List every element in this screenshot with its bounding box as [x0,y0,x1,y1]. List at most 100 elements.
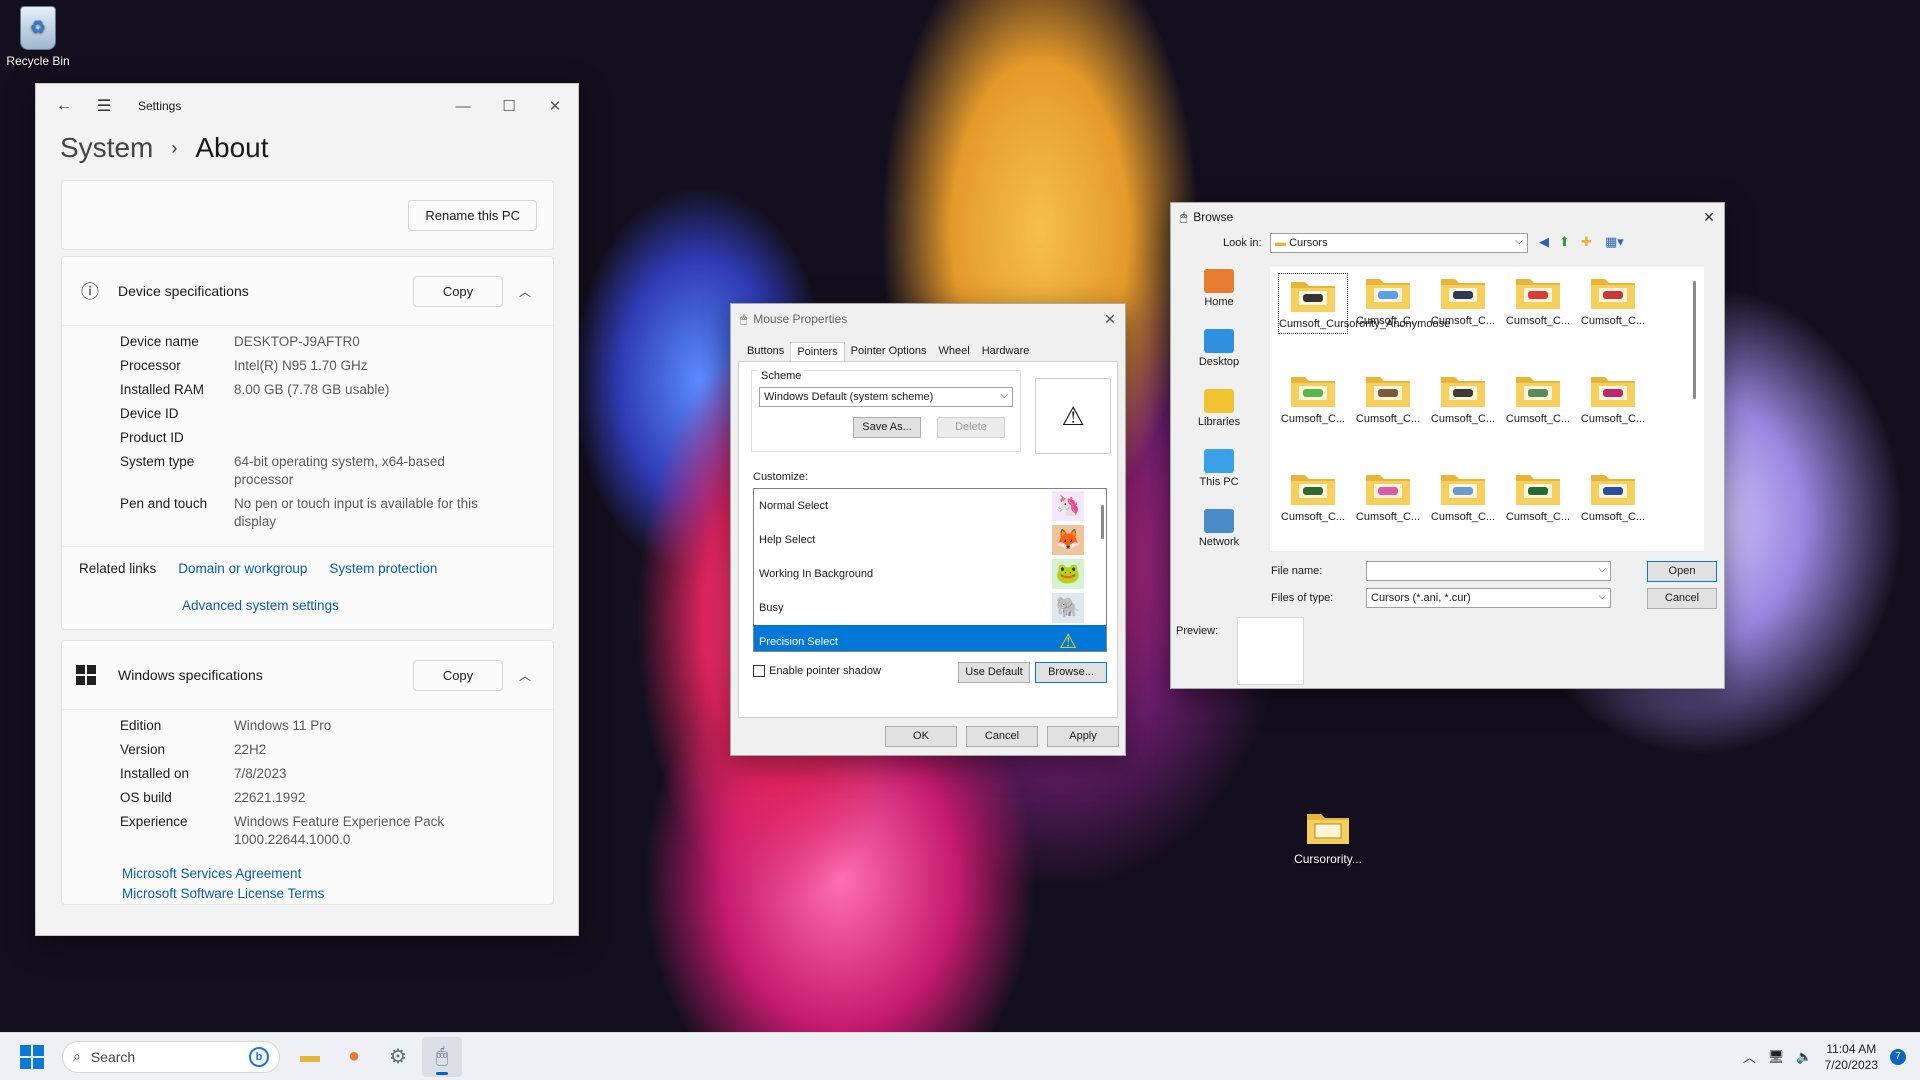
file-item[interactable]: Cumsoft_C... [1353,273,1423,328]
list-item[interactable]: Normal Select 🦄 [754,489,1106,523]
file-item[interactable]: Cumsoft_C... [1578,469,1648,524]
advanced-system-settings-link[interactable]: Advanced system settings [182,598,553,613]
view-menu-icon[interactable]: ▦▾ [1605,234,1624,250]
files-of-type-dropdown[interactable]: Cursors (*.ani, *.cur) ⌵ [1366,588,1611,608]
file-item[interactable]: Cumsoft_C... [1278,371,1348,426]
spec-row: OS build 22621.1992 [120,786,553,810]
back-arrow-icon[interactable]: ← [48,90,80,122]
file-item[interactable]: Cumsoft_C... [1353,371,1423,426]
ok-button[interactable]: OK [885,726,957,747]
chevron-up-icon[interactable]: ︿ [515,283,535,300]
file-item[interactable]: Cumsoft_C... [1503,469,1573,524]
file-grid[interactable]: Cumsoft_Cursorority_Anonymoose Cumsoft_C.… [1270,267,1704,551]
spec-row: Installed on 7/8/2023 [120,762,553,786]
breadcrumb-system[interactable]: System [60,132,153,164]
place-network[interactable]: Network [1179,503,1259,563]
license-terms-link[interactable]: Microsoft Software License Terms [122,884,553,904]
file-item[interactable]: Cumsoft_C... [1503,273,1573,328]
elephant-cursor-icon: 🐘 [1052,593,1084,623]
device-specs-header[interactable]: ⓘ Device specifications Copy ︿ [62,257,553,325]
file-label: Cumsoft_C... [1580,511,1646,523]
minimize-button[interactable]: — [440,90,486,122]
file-item[interactable]: Cumsoft_Cursorority_Anonymoose [1278,273,1451,334]
cursor-folder-icon [1589,371,1637,409]
file-name-input[interactable]: ⌵ [1366,561,1611,581]
rename-pc-button[interactable]: Rename this PC [408,199,537,231]
list-item[interactable]: Help Select 🦊 [754,523,1106,557]
taskbar-search[interactable]: ⌕ Search b [62,1040,280,1073]
scrollbar-thumb[interactable] [1693,281,1696,399]
close-button[interactable]: ✕ [532,90,578,122]
spec-key: Pen and touch [120,496,208,511]
cursority-folder-icon[interactable]: Cursorority... [1288,808,1368,866]
recycle-bin-icon[interactable]: Recycle Bin [0,6,78,68]
close-icon[interactable]: ✕ [1095,311,1125,328]
windows-specs-list: Edition Windows 11 Pro Version 22H2 Instal… [62,709,553,864]
file-explorer-icon[interactable]: ▬ [290,1037,330,1077]
system-protection-link[interactable]: System protection [329,561,437,576]
notification-badge[interactable]: 7 [1890,1048,1906,1065]
cancel-button[interactable]: Cancel [966,726,1038,747]
file-label: Cumsoft_Cursorority_Anonymoose [1279,318,1451,330]
up-folder-icon[interactable]: ⬆ [1559,234,1570,250]
place-libraries[interactable]: Libraries [1179,383,1259,443]
browse-cancel-button[interactable]: Cancel [1647,588,1717,609]
use-default-button[interactable]: Use Default [958,662,1030,683]
delete-button[interactable]: Delete [937,417,1005,438]
cursor-app-icon[interactable]: ● [334,1037,374,1077]
volume-icon[interactable]: 🔈 [1796,1049,1812,1065]
place-label: Desktop [1198,356,1240,368]
save-as-button[interactable]: Save As... [853,417,921,438]
pointer-shadow-checkbox[interactable]: Enable pointer shadow [753,665,881,677]
device-specs-copy-button[interactable]: Copy [413,275,503,307]
look-in-dropdown[interactable]: ▬ Cursors ⌵ [1270,233,1528,253]
open-button[interactable]: Open [1647,561,1717,582]
file-item[interactable]: Cumsoft_C... [1503,371,1573,426]
place-home[interactable]: Home [1179,263,1259,323]
browse-button[interactable]: Browse... [1035,662,1107,683]
file-item[interactable]: Cumsoft_C... [1353,469,1423,524]
place-this-pc[interactable]: This PC [1179,443,1259,503]
windows-specs-header[interactable]: Windows specifications Copy ︿ [62,641,553,709]
clock[interactable]: 11:04 AM 7/20/2023 [1825,1041,1878,1073]
chevron-up-icon[interactable]: ︿ [515,667,535,684]
new-folder-icon[interactable]: ✚ [1581,234,1592,250]
cursor-list[interactable]: Normal Select 🦄 Help Select 🦊 Working In… [753,488,1107,652]
apply-button[interactable]: Apply [1047,726,1119,747]
maximize-button[interactable]: ☐ [486,90,532,122]
services-agreement-link[interactable]: Microsoft Services Agreement [122,864,553,884]
spec-key: Version [120,742,166,757]
file-item[interactable]: Cumsoft_C... [1428,469,1498,524]
list-item[interactable]: Working In Background 🐸 [754,557,1106,591]
scrollbar-thumb[interactable] [1101,505,1104,539]
place-desktop[interactable]: Desktop [1179,323,1259,383]
list-item[interactable]: Busy 🐘 [754,591,1106,625]
cursor-folder-icon [1439,371,1487,409]
windows-specs-copy-button[interactable]: Copy [413,659,503,691]
checkbox-box[interactable] [753,665,765,677]
domain-workgroup-link[interactable]: Domain or workgroup [178,561,307,576]
scheme-dropdown[interactable]: Windows Default (system scheme) ⌵ [759,387,1013,407]
tab-buttons[interactable]: Buttons [741,342,790,362]
tab-pointers[interactable]: Pointers [790,342,845,362]
hamburger-menu-icon[interactable]: ☰ [88,90,120,122]
tab-pointer-options[interactable]: Pointer Options [845,342,933,362]
settings-gear-icon[interactable]: ⚙ [378,1037,418,1077]
tab-wheel[interactable]: Wheel [933,342,976,362]
start-button[interactable] [20,1044,44,1069]
spec-row: Version 22H2 [120,738,553,762]
close-icon[interactable]: ✕ [1694,209,1724,226]
file-item[interactable]: Cumsoft_C... [1428,371,1498,426]
back-icon[interactable]: ◀ [1539,234,1549,250]
list-item-selected[interactable]: Precision Select ⚠ [754,625,1106,651]
file-item[interactable]: Cumsoft_C... [1578,273,1648,328]
mouse-properties-taskbar-icon[interactable]: 🖱 [422,1036,462,1077]
network-icon[interactable]: 🖥 [1768,1049,1785,1065]
file-item[interactable]: Cumsoft_C... [1428,273,1498,328]
chevron-up-icon[interactable]: ︿ [1743,1047,1756,1066]
bing-icon[interactable]: b [249,1046,269,1067]
file-item[interactable]: Cumsoft_C... [1278,469,1348,524]
tab-hardware[interactable]: Hardware [976,342,1036,362]
info-icon: ⓘ [81,282,99,302]
file-item[interactable]: Cumsoft_C... [1578,371,1648,426]
